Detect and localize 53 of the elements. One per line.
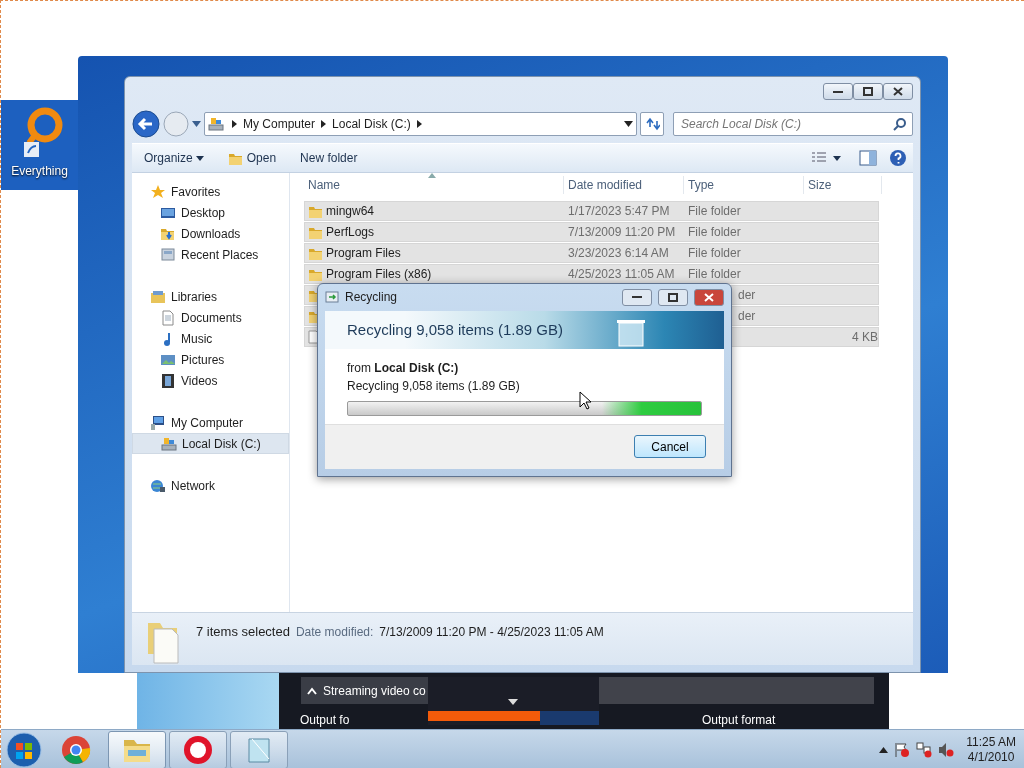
file-name: Program Files	[326, 245, 401, 262]
nav-item[interactable]: Desktop	[132, 202, 289, 223]
nav-item[interactable]: Videos	[132, 370, 289, 391]
file-row[interactable]: PerfLogs 7/13/2009 11:20 PM File folder	[304, 222, 879, 242]
type-cell-text: der	[737, 287, 757, 304]
file-name: Program Files (x86)	[326, 266, 432, 283]
type-cell-text: File folder	[687, 224, 742, 241]
breadcrumb-link[interactable]: Local Disk (C:)	[332, 115, 411, 133]
source-text: from Local Disk (C:)	[347, 359, 460, 377]
type-cell-text: File folder	[687, 203, 742, 220]
dialog-title: Recycling	[345, 289, 398, 307]
size-cell-text: 4 KB	[851, 329, 878, 346]
date-cell-text: 7/13/2009 11:20 PM	[567, 224, 677, 241]
type-cell-text: File folder	[687, 245, 742, 262]
nav-item[interactable]: Libraries	[132, 286, 289, 307]
column-header[interactable]: Size	[804, 176, 882, 194]
nav-item[interactable]: Downloads	[132, 223, 289, 244]
date-cell-text: 1/17/2023 5:47 PM	[567, 203, 671, 220]
type-cell-text: File folder	[687, 266, 742, 283]
nav-item[interactable]: Local Disk (C:)	[132, 433, 289, 454]
selection-count: 7 items selected	[196, 623, 290, 641]
date-cell-text: 3/23/2023 6:14 AM	[567, 245, 670, 262]
field-label: Output format	[702, 713, 776, 727]
toolbar-button[interactable]: New folder	[294, 147, 364, 169]
nav-item[interactable]: Network	[132, 475, 289, 496]
nav-item[interactable]: Pictures	[132, 349, 289, 370]
column-header[interactable]: Date modified	[564, 176, 684, 194]
field-label: Output fo	[300, 713, 350, 727]
nav-item[interactable]: Music	[132, 328, 289, 349]
dialog-heading: Recycling 9,058 items (1.89 GB)	[347, 319, 563, 340]
file-row[interactable]: Program Files 3/23/2023 6:14 AM File folder	[304, 243, 879, 263]
type-cell-text: der	[737, 308, 757, 325]
nav-item[interactable]: My Computer	[132, 412, 289, 433]
section-header[interactable]: Streaming video co	[301, 677, 428, 704]
desktop-icon-label[interactable]: Everything	[11, 162, 68, 180]
file-row[interactable]: Program Files (x86) 4/25/2023 11:05 AM File folder	[304, 264, 879, 284]
breadcrumb-link[interactable]: My Computer	[243, 115, 316, 133]
nav-item[interactable]: Recent Places	[132, 244, 289, 265]
file-name: PerfLogs	[326, 224, 375, 241]
organize-menu[interactable]: Organize	[138, 147, 210, 169]
clock[interactable]: 11:25 AM 4/1/2010	[966, 734, 1016, 765]
date-cell-text: 4/25/2023 11:05 AM	[567, 266, 676, 283]
search-field[interactable]: Search Local Disk (C:)	[673, 112, 913, 136]
toolbar-button[interactable]: Open	[221, 147, 283, 169]
cancel-button[interactable]: Cancel	[634, 435, 706, 459]
detail-label: Date modified:	[295, 624, 374, 641]
detail-value: 7/13/2009 11:20 PM - 4/25/2023 11:05 AM	[379, 624, 604, 641]
column-header[interactable]: Type	[684, 176, 804, 194]
nav-item[interactable]: Favorites	[132, 181, 289, 202]
file-row[interactable]: mingw64 1/17/2023 5:47 PM File folder	[304, 201, 879, 221]
progress-text: Recycling 9,058 items (1.89 GB)	[347, 377, 521, 395]
nav-item[interactable]: Documents	[132, 307, 289, 328]
file-name: mingw64	[326, 203, 375, 220]
